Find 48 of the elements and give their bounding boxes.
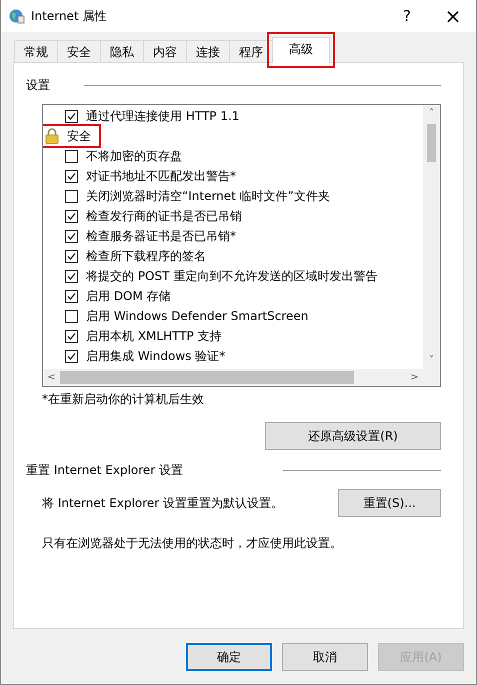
scroll-down-button[interactable]: ˅ bbox=[423, 352, 440, 369]
option-label: 将提交的 POST 重定向到不允许发送的区域时发出警告 bbox=[86, 268, 378, 284]
vertical-scrollbar[interactable]: ˄ ˅ bbox=[423, 105, 440, 369]
checkbox[interactable] bbox=[65, 330, 78, 342]
dialog-button[interactable]: 取消 bbox=[282, 643, 368, 671]
reset-description: 将 Internet Explorer 设置重置为默认设置。 bbox=[42, 494, 284, 512]
checkbox[interactable] bbox=[65, 110, 78, 122]
option-label: 检查发行商的证书是否已吊销 bbox=[86, 208, 242, 224]
option-label: 启用本机 XMLHTTP 支持 bbox=[86, 328, 222, 344]
reset-hint: 只有在浏览器处于无法使用的状态时，才应使用此设置。 bbox=[42, 535, 343, 552]
window-title: Internet 属性 bbox=[31, 8, 108, 24]
section-header: 安全 bbox=[43, 126, 99, 146]
tab[interactable]: 常规 bbox=[14, 40, 58, 62]
checkbox[interactable] bbox=[65, 170, 78, 182]
option-label: 通过代理连接使用 HTTP 1.1 bbox=[86, 108, 240, 124]
checkbox[interactable] bbox=[65, 310, 78, 322]
option-label: 检查所下载程序的签名 bbox=[86, 248, 206, 264]
reset-button[interactable]: 重置(S)... bbox=[338, 489, 441, 517]
checkbox[interactable] bbox=[65, 290, 78, 302]
option-label: 启用 Windows Defender SmartScreen bbox=[86, 308, 308, 324]
checkbox[interactable] bbox=[65, 350, 78, 362]
help-button[interactable]: ? bbox=[384, 7, 430, 25]
scroll-thumb[interactable] bbox=[60, 371, 354, 384]
checkbox[interactable] bbox=[65, 270, 78, 282]
checkbox[interactable] bbox=[65, 190, 78, 202]
checkbox[interactable] bbox=[65, 150, 78, 162]
close-button[interactable]: × bbox=[430, 4, 476, 28]
option-label: 关闭浏览器时清空“Internet 临时文件”文件夹 bbox=[86, 188, 330, 204]
horizontal-scrollbar[interactable]: < > bbox=[43, 369, 440, 386]
globe-icon bbox=[9, 8, 25, 24]
scroll-left-button[interactable]: < bbox=[43, 369, 60, 386]
restart-note: *在重新启动你的计算机后生效 bbox=[42, 391, 205, 408]
option-label: 对证书地址不匹配发出警告* bbox=[86, 168, 236, 184]
option-label: 启用集成 Windows 验证* bbox=[86, 348, 226, 364]
checkbox[interactable] bbox=[65, 210, 78, 222]
dialog-button[interactable]: 确定 bbox=[186, 643, 272, 671]
padlock-icon bbox=[45, 128, 59, 144]
group-title: 重置 Internet Explorer 设置 bbox=[26, 462, 184, 479]
option-label: 不将加密的页存盘 bbox=[86, 148, 182, 164]
scroll-up-button[interactable]: ˄ bbox=[423, 105, 440, 122]
option-label: 检查服务器证书是否已吊销* bbox=[86, 228, 236, 244]
scroll-thumb[interactable] bbox=[427, 124, 436, 162]
restore-button[interactable]: 还原高级设置(R) bbox=[265, 422, 441, 450]
group-title: 设置 bbox=[26, 77, 50, 94]
option-label: 启用 DOM 存储 bbox=[86, 288, 171, 304]
checkbox[interactable] bbox=[65, 250, 78, 262]
checkbox[interactable] bbox=[65, 230, 78, 242]
scroll-right-button[interactable]: > bbox=[406, 369, 423, 386]
